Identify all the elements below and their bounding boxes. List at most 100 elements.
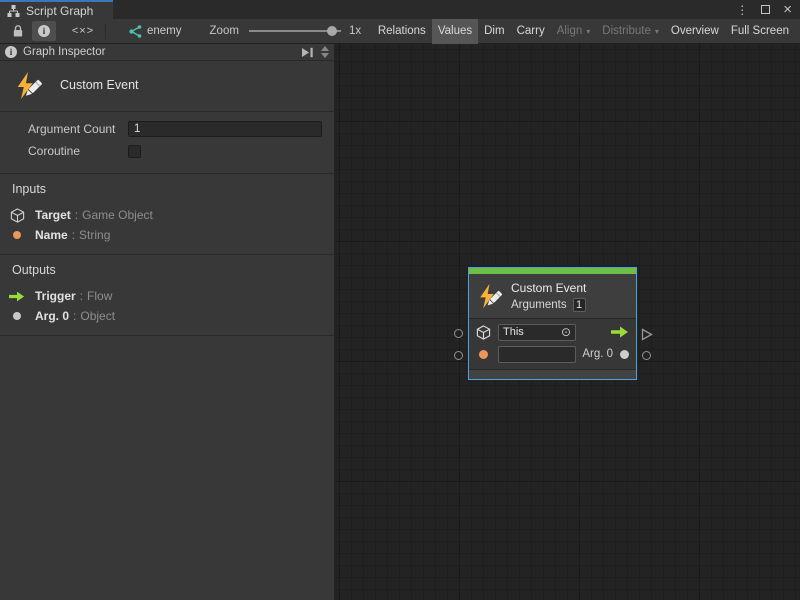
output-port-trigger[interactable] — [641, 328, 653, 341]
zoom-value: 1x — [349, 25, 361, 37]
event-summary: Custom Event — [0, 61, 334, 112]
full-screen-button[interactable]: Full Screen — [725, 19, 795, 44]
info-icon: i — [5, 46, 17, 58]
cube-icon — [476, 325, 491, 340]
target-row: This ⊙ — [469, 321, 636, 343]
info-icon: i — [38, 25, 50, 37]
custom-event-icon — [476, 283, 503, 310]
coroutine-label: Coroutine — [28, 144, 128, 158]
input-name: Name — [35, 228, 68, 242]
maximize-icon[interactable] — [761, 5, 770, 14]
overview-button[interactable]: Overview — [665, 19, 725, 44]
graph-breadcrumb[interactable]: enemy — [129, 25, 182, 38]
chevron-down-icon — [321, 53, 329, 58]
separator: : — [72, 228, 75, 242]
graph-canvas[interactable]: Custom Event Arguments 1 — [335, 44, 800, 600]
dim-label: Dim — [484, 25, 504, 37]
separator: : — [75, 208, 78, 222]
list-item: Target : Game Object — [0, 205, 334, 225]
zoom-slider-handle[interactable] — [327, 26, 337, 36]
input-name: Target — [35, 208, 71, 222]
object-port-icon — [620, 350, 629, 359]
node-body: This ⊙ Arg. 0 — [469, 318, 636, 365]
values-label: Values — [438, 25, 472, 37]
graph-ref-icon — [129, 25, 142, 38]
cube-icon — [10, 208, 25, 223]
arg0-row: Arg. 0 — [469, 343, 636, 365]
custom-event-node[interactable]: Custom Event Arguments 1 — [468, 267, 637, 380]
coroutine-checkbox[interactable] — [128, 145, 141, 158]
output-port-arg0[interactable] — [642, 351, 651, 360]
argument-count-label: Argument Count — [28, 122, 128, 136]
graph-inspector-panel: i Graph Inspector — [0, 44, 335, 600]
name-input-field[interactable] — [498, 346, 576, 363]
event-settings: Argument Count 1 Coroutine — [0, 112, 334, 174]
node-header[interactable]: Custom Event Arguments 1 — [469, 274, 636, 318]
node-title: Custom Event — [511, 281, 586, 295]
flow-arrow-icon — [9, 291, 25, 302]
event-title: Custom Event — [60, 78, 139, 92]
output-type: Object — [80, 309, 115, 323]
carry-button[interactable]: Carry — [511, 19, 551, 44]
inspector-toggle-button[interactable]: i — [32, 21, 56, 41]
zoom-slider[interactable] — [249, 25, 341, 37]
object-picker-icon[interactable]: ⊙ — [561, 326, 571, 338]
distribute-label: Distribute — [602, 25, 651, 37]
list-item: Arg. 0 : Object — [0, 306, 334, 326]
input-type: String — [79, 228, 110, 242]
argument-count-input[interactable]: 1 — [128, 121, 322, 137]
value-port-icon — [479, 350, 488, 359]
inputs-section: Inputs Target : Game Object Name : Strin… — [0, 174, 334, 255]
zoom-label: Zoom — [210, 25, 239, 37]
toolbar-buttons: Relations Values Dim Carry Align ▾ Distr… — [372, 19, 795, 44]
window-menu-icon[interactable]: ⋮ — [736, 4, 748, 16]
outputs-section: Outputs Trigger : Flow Arg. 0 : Object — [0, 255, 334, 336]
relations-label: Relations — [378, 25, 426, 37]
input-type: Game Object — [82, 208, 153, 222]
relations-button[interactable]: Relations — [372, 19, 432, 44]
object-port-icon — [13, 312, 21, 320]
close-icon[interactable]: × — [783, 2, 792, 17]
node-footer — [469, 369, 636, 379]
inspector-header-controls — [301, 46, 329, 58]
list-item: Trigger : Flow — [0, 286, 334, 306]
overview-label: Overview — [671, 25, 719, 37]
output-type: Flow — [87, 289, 112, 303]
chevron-down-icon: ▾ — [586, 27, 590, 36]
code-icon: <×> — [72, 25, 94, 37]
arg0-label: Arg. 0 — [582, 348, 613, 360]
code-preview-button[interactable]: <×> — [71, 21, 95, 41]
target-value: This — [503, 326, 561, 338]
arguments-label: Arguments — [511, 299, 567, 311]
dim-button[interactable]: Dim — [478, 19, 510, 44]
unity-script-graph-window: Script Graph ⋮ × i <×> — [0, 0, 800, 600]
arguments-count-field[interactable]: 1 — [573, 298, 586, 312]
outputs-heading: Outputs — [12, 263, 334, 277]
target-object-field[interactable]: This ⊙ — [498, 324, 576, 341]
chevron-up-icon — [321, 46, 329, 51]
zoom-control: Zoom 1x — [210, 25, 362, 37]
list-item: Name : String — [0, 225, 334, 245]
tab-title: Script Graph — [26, 4, 93, 18]
coroutine-row: Coroutine — [0, 141, 334, 161]
lock-icon — [12, 24, 24, 38]
graph-inspector-title: Graph Inspector — [23, 46, 105, 58]
argument-count-row: Argument Count 1 — [0, 119, 334, 139]
input-port-target[interactable] — [454, 329, 463, 338]
flow-arrow-icon — [611, 326, 629, 338]
lock-button[interactable] — [6, 21, 30, 41]
dock-panel-icon[interactable] — [301, 47, 314, 58]
chevron-down-icon: ▾ — [655, 27, 659, 36]
window-controls: ⋮ × — [736, 0, 792, 19]
separator: : — [73, 309, 76, 323]
graph-name: enemy — [147, 25, 182, 37]
tab-script-graph[interactable]: Script Graph — [0, 0, 113, 19]
panel-scrubber[interactable] — [321, 46, 329, 58]
align-button[interactable]: Align ▾ — [551, 19, 597, 44]
custom-event-icon — [13, 71, 43, 101]
distribute-button[interactable]: Distribute ▾ — [596, 19, 665, 44]
separator: : — [80, 289, 83, 303]
values-button[interactable]: Values — [432, 19, 478, 44]
input-port-name[interactable] — [454, 351, 463, 360]
graph-inspector-header: i Graph Inspector — [0, 44, 334, 61]
